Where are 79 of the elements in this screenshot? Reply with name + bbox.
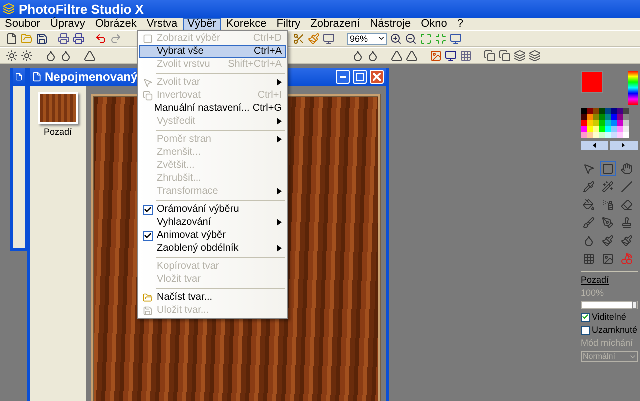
menu-item[interactable]: Obrázek [90,18,142,30]
drop-icon[interactable] [367,50,379,62]
menu-option[interactable]: Animovat výběr [139,229,286,242]
brush-icon[interactable] [308,32,320,44]
line-tool-icon[interactable] [621,180,633,192]
foreground-color-swatch[interactable] [581,71,603,93]
checkbox-label: Viditelné [592,312,626,322]
color-spectrum[interactable] [628,71,638,105]
eyedropper-tool-icon[interactable] [583,180,595,192]
menu-item[interactable]: Filtry [272,18,306,30]
pointer-tool-icon[interactable] [583,162,595,174]
menu-item[interactable]: Výběr [182,18,222,30]
blur-tool-icon[interactable] [583,234,595,246]
fullscreen-icon[interactable] [450,32,462,44]
layer-name: Pozadí [44,127,72,137]
close-icon [373,73,381,81]
menu-item[interactable]: Korekce [221,18,272,30]
sharpen-icon[interactable] [391,50,403,62]
menu-option[interactable]: Manuální nastavení... Ctrl+G [139,102,286,115]
brightness-plus-icon[interactable] [21,50,33,62]
eraser-tool-icon[interactable] [621,198,633,210]
opacity-slider-thumb[interactable] [632,301,637,309]
palette-next-button[interactable] [610,141,638,150]
layer-name-link[interactable]: Pozadí [581,275,638,285]
window-title: PhotoFiltre Studio X [19,2,144,16]
menu-option[interactable]: Zaoblený obdélník [139,242,286,255]
layer-thumbnail[interactable] [38,92,78,124]
actual-size-icon[interactable] [435,32,447,44]
zoom-dropdown[interactable]: 96% [347,32,387,44]
pen-tool-icon[interactable] [602,216,614,228]
checkbox-label: Uzamknuté [592,325,638,335]
printer-icon[interactable] [58,32,70,44]
sharpen-icon[interactable] [406,50,418,62]
menu-item[interactable]: Zobrazení [306,18,366,30]
menu-item[interactable]: Okno [416,18,452,30]
left-arrow-icon [593,143,596,148]
palette-prev-button[interactable] [581,141,608,150]
right-arrow-icon [622,143,626,148]
minimize-icon [340,76,346,78]
document-icon[interactable] [32,72,42,82]
stamp-tool-icon[interactable] [621,216,633,228]
new-file-icon[interactable] [6,32,18,44]
minimize-button[interactable] [336,70,350,84]
menu-option[interactable]: Vybrat vše Ctrl+A [139,45,286,58]
menu-item[interactable]: ? [452,18,469,30]
menu-item[interactable]: Vrstva [142,18,183,30]
menu-item[interactable]: Úpravy [45,18,90,30]
magic-wand-tool-icon[interactable] [602,180,614,192]
zoom-in-icon[interactable] [390,32,402,44]
document-title: Nepojmenovaný [45,70,138,84]
menu-option[interactable]: Orámování výběru [139,203,286,216]
paint-tool-icon[interactable] [621,234,633,246]
image-tool-icon[interactable] [602,252,614,264]
folder-icon[interactable] [143,292,153,302]
hand-tool-icon[interactable] [621,162,633,174]
menu-item[interactable]: Soubor [0,18,46,30]
document-icon[interactable] [15,72,23,82]
menu-option[interactable]: Načíst tvar... [139,291,286,304]
blend-mode-label: Mód míchání [581,338,634,348]
caret-icon [377,34,386,43]
pattern-tool-icon[interactable] [583,252,595,264]
opacity-value: 100% [581,288,606,298]
drop-icon[interactable] [352,50,364,62]
brightness-up-icon[interactable] [6,50,18,62]
selection-tool-icon[interactable] [602,162,614,174]
close-button[interactable] [370,70,384,84]
save-icon[interactable] [36,32,48,44]
brush-tool-icon[interactable] [583,216,595,228]
app-icon[interactable] [3,3,15,15]
maximize-button[interactable] [353,70,367,84]
monitor-icon[interactable] [445,50,457,62]
menu-option[interactable]: Vyhlazování [139,216,286,229]
menu-item[interactable]: Nástroje [365,18,416,30]
fill-tool-icon[interactable] [583,198,595,210]
undo-icon[interactable] [95,32,107,44]
maximize-icon [356,73,364,81]
redo-icon[interactable] [110,32,122,44]
smudge-tool-icon[interactable] [602,234,614,246]
zoom-out-icon[interactable] [405,32,417,44]
